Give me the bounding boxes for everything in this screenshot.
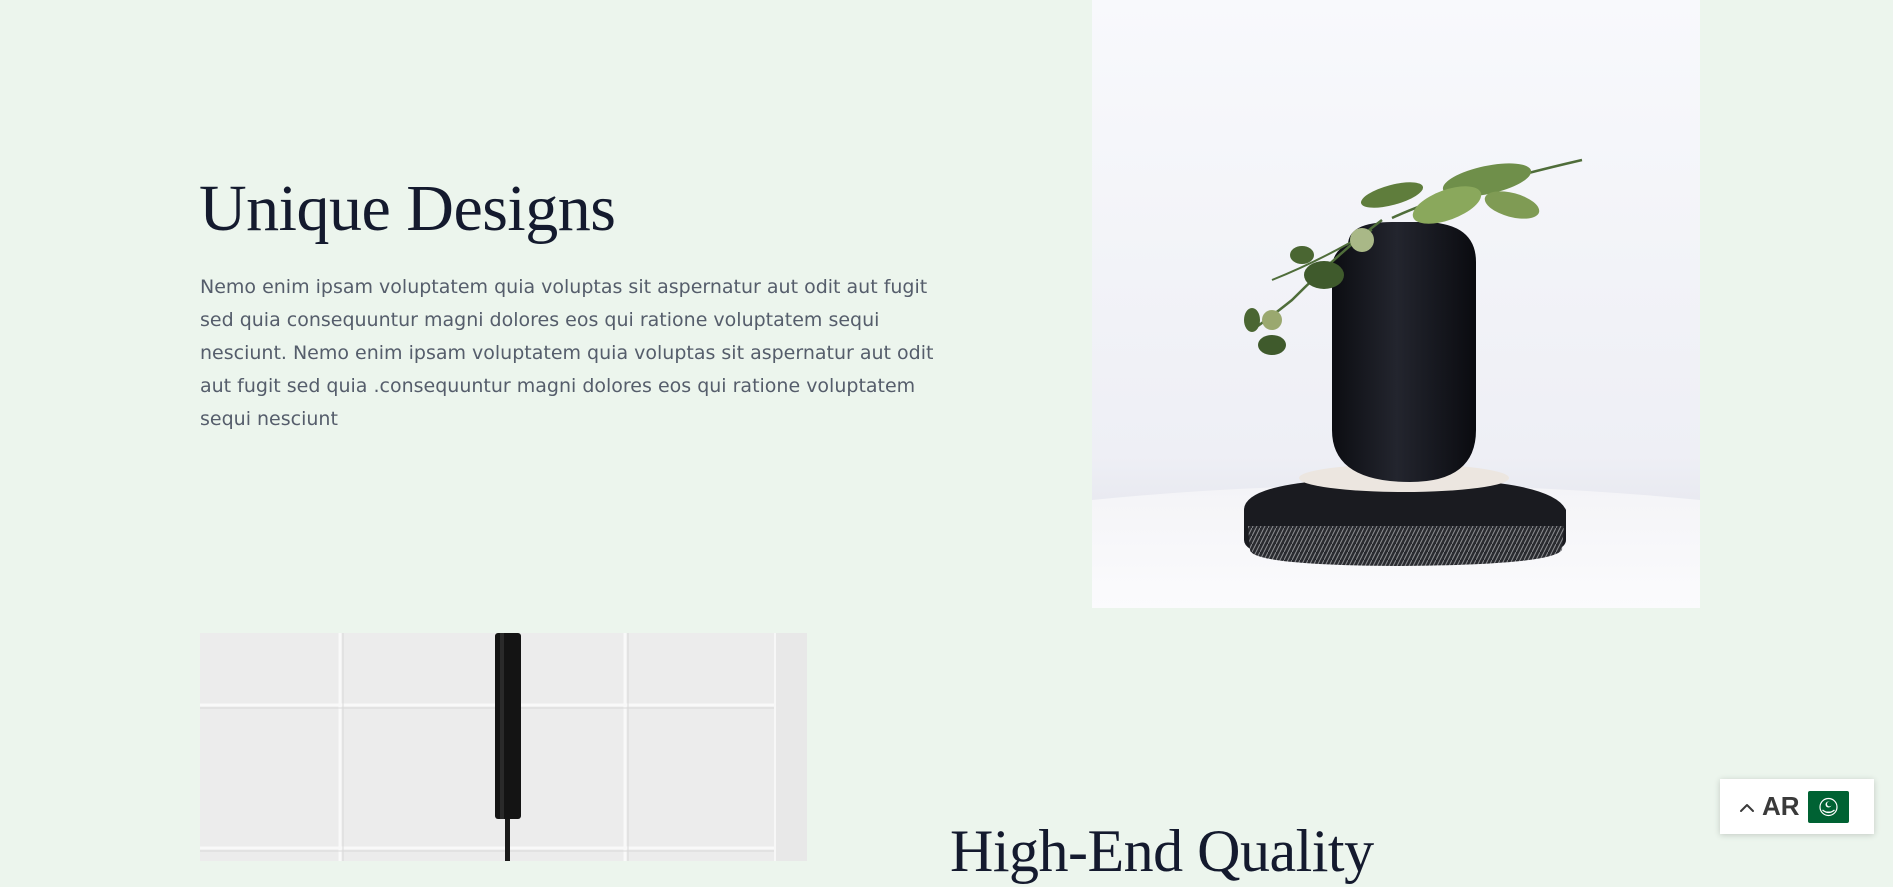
language-code: AR xyxy=(1762,791,1800,821)
unique-designs-heading: Unique Designs xyxy=(199,172,616,245)
arab-league-flag-icon xyxy=(1807,790,1849,823)
language-switcher[interactable]: AR xyxy=(1720,779,1874,834)
wall-tiles-photo xyxy=(200,633,807,861)
chevron-up-icon xyxy=(1738,801,1756,813)
vase-plant-photo xyxy=(1092,0,1700,608)
unique-designs-description: Nemo enim ipsam voluptatem quia voluptas… xyxy=(200,276,934,430)
high-end-quality-heading: High-End Quality xyxy=(950,818,1374,884)
